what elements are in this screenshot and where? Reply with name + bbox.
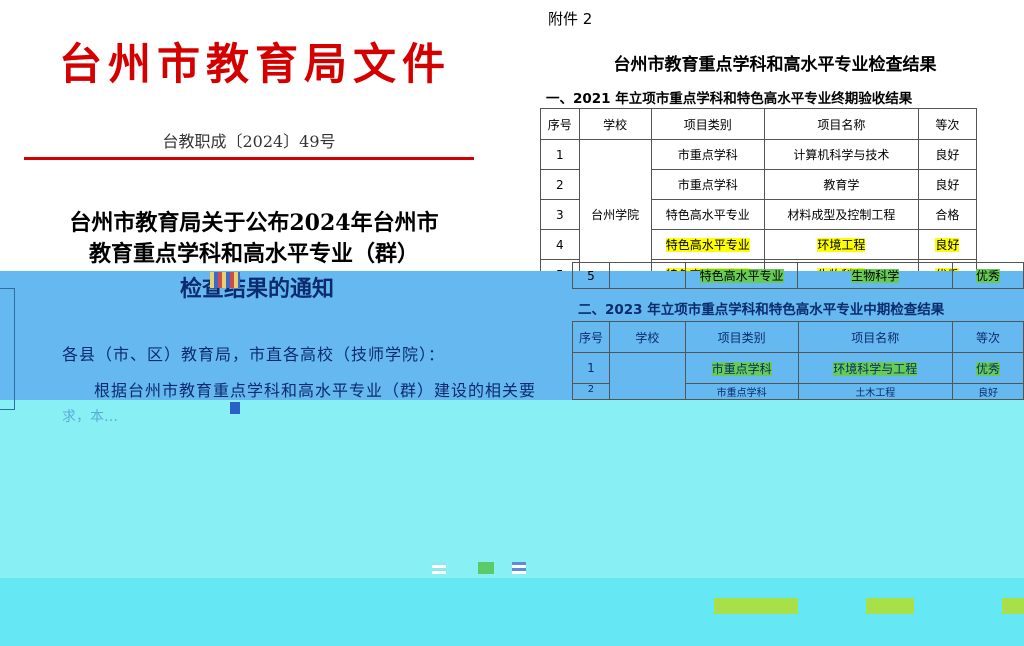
header-cell: 学校 — [608, 321, 686, 353]
category-cell: 市重点学科 — [684, 383, 799, 400]
header-cell: 序号 — [572, 321, 610, 353]
document-number: 台教职成〔2024〕49号 — [162, 132, 336, 151]
name-cell: 计算机科学与技术 — [763, 139, 919, 170]
highlight: 环境工程 — [817, 238, 866, 252]
grade-cell: 合格 — [917, 199, 978, 230]
glitch-artifact — [478, 562, 494, 574]
glitch-artifact — [512, 562, 526, 574]
shifted-row: 5 特色高水平专业 生物科学 优秀 — [572, 262, 1024, 289]
highlight-bar — [714, 598, 798, 614]
overlay-band-cyan — [0, 400, 1024, 580]
school-cell — [608, 352, 686, 400]
grade-cell: 良好 — [917, 229, 978, 260]
header-cell: 学校 — [578, 108, 652, 140]
table-header-row: 序号 学校 项目类别 项目名称 等次 — [540, 108, 978, 140]
attachment-label: 附件 2 — [548, 10, 593, 28]
category-cell: 特色高水平专业 — [684, 262, 799, 289]
highlight: 优秀 — [976, 269, 1001, 283]
glitch-artifact — [210, 272, 240, 288]
highlight-bar — [866, 598, 914, 614]
row-number: 2 — [572, 383, 610, 400]
highlight-bar — [1002, 598, 1024, 614]
header-cell: 等次 — [952, 321, 1024, 353]
body-paragraph: 根据台州市教育重点学科和高水平专业（群）建设的相关要 — [94, 381, 537, 400]
row-number: 1 — [572, 352, 610, 384]
name-cell: 环境工程 — [763, 229, 919, 260]
grade-cell: 良好 — [952, 383, 1024, 400]
table-row: 1 市重点学科 环境科学与工程 优秀 — [572, 352, 1024, 400]
title-line-3: 检查结果的通知 — [180, 276, 335, 302]
row-number: 4 — [540, 229, 580, 260]
grade-cell: 良好 — [917, 169, 978, 200]
document-header: 台州市教育局文件 — [59, 40, 451, 90]
grade-cell: 优秀 — [952, 262, 1024, 289]
highlight: 特色高水平专业 — [699, 269, 784, 283]
name-cell: 土木工程 — [797, 383, 954, 400]
header-cell: 项目名称 — [763, 108, 919, 140]
category-cell: 市重点学科 — [650, 169, 765, 200]
section2-heading: 二、2023 年立项市重点学科和特色高水平专业中期检查结果 — [578, 302, 945, 318]
table-row: 1 台州学院 市重点学科 计算机科学与技术 良好 — [540, 139, 978, 290]
grade-cell: 优秀 — [952, 352, 1024, 384]
header-cell: 等次 — [917, 108, 978, 140]
attachment-title: 台州市教育重点学科和高水平专业检查结果 — [613, 55, 937, 75]
highlight: 生物科学 — [851, 269, 900, 283]
row-number: 1 — [540, 139, 580, 170]
title-line-2: 教育重点学科和高水平专业（群） — [88, 241, 419, 267]
title-line-1: 台州市教育局关于公布2024年台州市 — [69, 210, 439, 236]
header-cell: 项目类别 — [650, 108, 765, 140]
category-cell: 特色高水平专业 — [650, 229, 765, 260]
name-cell: 材料成型及控制工程 — [763, 199, 919, 230]
overlay-edge-lines — [0, 288, 15, 410]
highlight: 环境科学与工程 — [833, 361, 918, 376]
row-number: 2 — [540, 169, 580, 200]
section2-table: 序号 学校 项目类别 项目名称 等次 1 市重点学科 环境科学与工程 优秀 2 … — [572, 321, 1024, 400]
salutation: 各县（市、区）教育局，市直各高校（技师学院）： — [62, 345, 446, 364]
body-fragment: 求，本… — [62, 409, 118, 425]
table-row: 5 特色高水平专业 生物科学 优秀 — [572, 262, 1024, 289]
highlight: 优秀 — [976, 361, 1001, 376]
document-title: 台州市教育局关于公布2024年台州市 教育重点学科和高水平专业（群） — [44, 208, 464, 270]
table-header-row: 序号 学校 项目类别 项目名称 等次 — [572, 321, 1024, 353]
category-cell: 特色高水平专业 — [650, 199, 765, 230]
row-number: 3 — [540, 199, 580, 230]
section1-heading: 一、2021 年立项市重点学科和特色高水平专业终期验收结果 — [546, 91, 913, 107]
highlight: 良好 — [935, 238, 960, 252]
school-cell — [608, 262, 686, 289]
row-number: 5 — [572, 262, 610, 289]
header-cell: 项目名称 — [797, 321, 954, 353]
name-cell: 生物科学 — [797, 262, 954, 289]
name-cell: 教育学 — [763, 169, 919, 200]
glitch-artifact — [230, 402, 240, 414]
highlight: 市重点学科 — [711, 361, 772, 376]
name-cell: 环境科学与工程 — [797, 352, 954, 384]
red-divider — [24, 157, 474, 160]
grade-cell: 良好 — [917, 139, 978, 170]
header-cell: 序号 — [540, 108, 580, 140]
header-cell: 项目类别 — [684, 321, 799, 353]
category-cell: 市重点学科 — [684, 352, 799, 384]
highlight: 特色高水平专业 — [665, 238, 750, 252]
glitch-artifact — [432, 562, 446, 574]
category-cell: 市重点学科 — [650, 139, 765, 170]
